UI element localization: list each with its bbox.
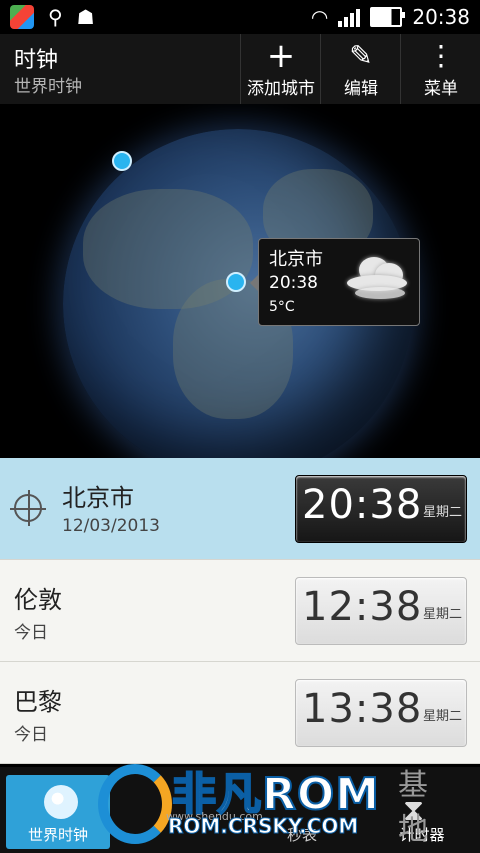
tab-stopwatch[interactable]: 秒表 xyxy=(250,775,354,849)
usb-icon: ⚲ xyxy=(48,5,63,29)
popup-time: 20:38 xyxy=(269,273,318,293)
more-vertical-icon: ⋮ xyxy=(427,39,455,72)
cloudy-night-icon xyxy=(345,257,409,303)
city-date: 今日 xyxy=(14,725,48,745)
clock-time: 13:38 xyxy=(302,686,423,732)
action-bar: 时钟 世界时钟 + 添加城市 ✎ 编辑 ⋮ 菜单 xyxy=(0,34,480,106)
list-item-city[interactable]: 北京市 12/03/2013 20:38 星期二 xyxy=(0,458,480,560)
city-popup[interactable]: 北京市 20:38 5°C xyxy=(250,238,420,326)
plus-icon: + xyxy=(266,36,296,76)
status-bar: ⚲ ☗ ◠ 20:38 xyxy=(0,0,480,34)
edit-icon: ✎ xyxy=(349,39,373,72)
app-subtitle: 世界时钟 xyxy=(14,77,82,97)
add-city-button[interactable]: + 添加城市 xyxy=(240,34,321,104)
signal-icon xyxy=(338,7,361,27)
edit-button[interactable]: ✎ 编辑 xyxy=(320,34,401,104)
city-clock: 12:38 星期二 xyxy=(295,577,467,645)
city-clock: 20:38 星期二 xyxy=(295,475,467,543)
city-name: 巴黎 xyxy=(14,688,62,716)
app-title: 时钟 xyxy=(14,48,59,73)
city-clock: 13:38 星期二 xyxy=(295,679,467,747)
popup-city: 北京市 xyxy=(269,249,323,270)
tab-bar: 世界时钟 秒表 ⧗ 计时器 xyxy=(0,767,480,853)
clock-weekday: 星期二 xyxy=(422,607,462,622)
app-notification-icon xyxy=(10,5,34,29)
popup-temp: 5°C xyxy=(269,299,295,315)
list-item-city[interactable]: 伦敦 今日 12:38 星期二 xyxy=(0,560,480,662)
battery-icon xyxy=(370,7,406,27)
city-date: 12/03/2013 xyxy=(62,516,160,536)
city-pin-beijing[interactable] xyxy=(226,272,246,292)
globe-icon xyxy=(44,785,78,819)
city-pin-london[interactable] xyxy=(112,151,132,171)
city-name: 北京市 xyxy=(62,484,134,512)
tab-world-clock[interactable]: 世界时钟 xyxy=(6,775,110,849)
android-debug-icon: ☗ xyxy=(76,5,95,29)
clock-weekday: 星期二 xyxy=(422,505,462,520)
status-time: 20:38 xyxy=(412,5,470,29)
location-icon xyxy=(10,490,46,526)
list-item-city[interactable]: 巴黎 今日 13:38 星期二 xyxy=(0,662,480,764)
wifi-icon: ◠ xyxy=(310,5,329,29)
world-map[interactable]: 北京市 20:38 5°C xyxy=(0,104,480,458)
clock-time: 12:38 xyxy=(302,584,423,630)
clock-time: 20:38 xyxy=(302,482,423,528)
city-name: 伦敦 xyxy=(14,586,62,614)
menu-button[interactable]: ⋮ 菜单 xyxy=(400,34,480,104)
city-date: 今日 xyxy=(14,623,48,643)
clock-weekday: 星期二 xyxy=(422,709,462,724)
hourglass-icon: ⧗ xyxy=(403,793,425,828)
tab-timer[interactable]: ⧗ 计时器 xyxy=(370,775,474,849)
